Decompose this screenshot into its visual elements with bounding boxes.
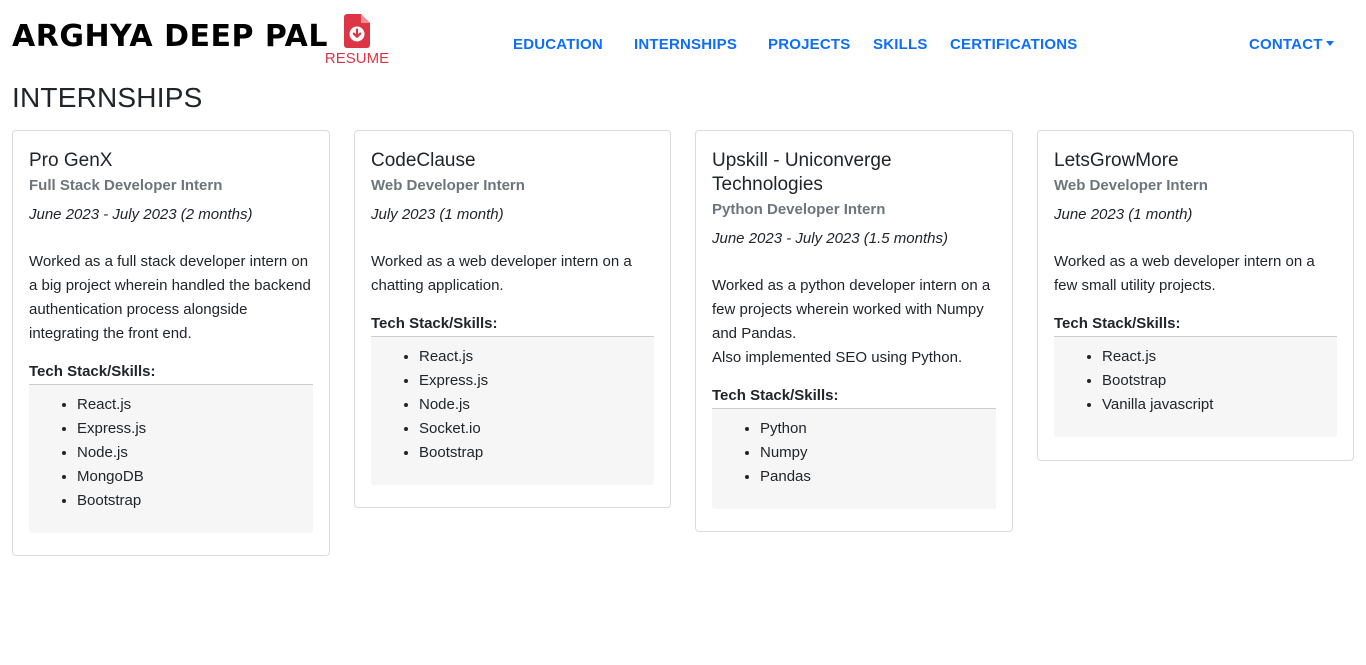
role-title: Web Developer Intern xyxy=(1054,177,1208,194)
main-nav: EDUCATION INTERNSHIPS PROJECTS SKILLS CE… xyxy=(0,34,1366,56)
description-line: Worked as a web developer intern on a ch… xyxy=(371,253,632,294)
internship-description: Worked as a web developer intern on a ch… xyxy=(371,250,654,298)
nav-projects[interactable]: PROJECTS xyxy=(768,34,850,56)
skill-item: Vanilla javascript xyxy=(1102,393,1337,417)
skill-item: React.js xyxy=(77,393,313,417)
skill-item: Node.js xyxy=(77,441,313,465)
internship-card: Pro GenX Full Stack Developer Intern Jun… xyxy=(12,130,330,556)
description-line: Worked as a web developer intern on a fe… xyxy=(1054,253,1315,294)
skills-list: React.js Bootstrap Vanilla javascript xyxy=(1054,345,1337,417)
section-title: INTERNSHIPS xyxy=(12,82,203,113)
caret-down-icon xyxy=(1325,41,1334,47)
contact-label: CONTACT xyxy=(1249,36,1323,53)
skill-item: Bootstrap xyxy=(1102,369,1337,393)
internship-description: Worked as a full stack developer intern … xyxy=(29,250,313,346)
company-name: Upskill - Uniconverge Technologies xyxy=(712,150,892,195)
company-name: CodeClause xyxy=(371,150,476,171)
internship-period: June 2023 (1 month) xyxy=(1054,206,1193,223)
skills-heading: Tech Stack/Skills: xyxy=(712,386,996,409)
skills-heading: Tech Stack/Skills: xyxy=(371,314,654,337)
nav-skills[interactable]: SKILLS xyxy=(873,34,928,56)
skill-item: React.js xyxy=(1102,345,1337,369)
skill-item: Pandas xyxy=(760,465,996,489)
internship-card: LetsGrowMore Web Developer Intern June 2… xyxy=(1037,130,1354,461)
skill-item: Python xyxy=(760,417,996,441)
description-line: Worked as a full stack developer intern … xyxy=(29,253,311,342)
skill-item: Express.js xyxy=(419,369,654,393)
description-line: Worked as a python developer intern on a… xyxy=(712,277,991,342)
contact-dropdown[interactable]: CONTACT xyxy=(1249,34,1334,56)
role-title: Full Stack Developer Intern xyxy=(29,177,223,194)
role-title: Python Developer Intern xyxy=(712,201,886,218)
internship-card: Upskill - Uniconverge Technologies Pytho… xyxy=(695,130,1013,532)
internship-period: June 2023 - July 2023 (2 months) xyxy=(29,206,253,223)
description-line: Also implemented SEO using Python. xyxy=(712,349,963,366)
nav-education[interactable]: EDUCATION xyxy=(513,34,603,56)
company-name: LetsGrowMore xyxy=(1054,150,1179,171)
skills-list: React.js Express.js Node.js MongoDB Boot… xyxy=(29,393,313,513)
skills-panel: React.js Express.js Node.js MongoDB Boot… xyxy=(29,385,313,533)
skills-heading: Tech Stack/Skills: xyxy=(29,362,313,385)
skills-heading: Tech Stack/Skills: xyxy=(1054,314,1337,337)
role-title: Web Developer Intern xyxy=(371,177,525,194)
skill-item: Bootstrap xyxy=(77,489,313,513)
skills-panel: Python Numpy Pandas xyxy=(712,409,996,509)
skill-item: Node.js xyxy=(419,393,654,417)
skill-item: MongoDB xyxy=(77,465,313,489)
nav-internships[interactable]: INTERNSHIPS xyxy=(634,34,737,56)
nav-certifications[interactable]: CERTIFICATIONS xyxy=(950,34,1078,56)
skill-item: Express.js xyxy=(77,417,313,441)
internship-period: July 2023 (1 month) xyxy=(371,206,504,223)
company-name: Pro GenX xyxy=(29,150,113,171)
internship-description: Worked as a web developer intern on a fe… xyxy=(1054,250,1337,298)
internship-card: CodeClause Web Developer Intern July 202… xyxy=(354,130,671,508)
internship-period: June 2023 - July 2023 (1.5 months) xyxy=(712,230,948,247)
skill-item: Bootstrap xyxy=(419,441,654,465)
skills-panel: React.js Bootstrap Vanilla javascript xyxy=(1054,337,1337,437)
skill-item: Numpy xyxy=(760,441,996,465)
skills-list: React.js Express.js Node.js Socket.io Bo… xyxy=(371,345,654,465)
skills-list: Python Numpy Pandas xyxy=(712,417,996,489)
skills-panel: React.js Express.js Node.js Socket.io Bo… xyxy=(371,337,654,485)
internship-description: Worked as a python developer intern on a… xyxy=(712,274,996,370)
skill-item: React.js xyxy=(419,345,654,369)
skill-item: Socket.io xyxy=(419,417,654,441)
